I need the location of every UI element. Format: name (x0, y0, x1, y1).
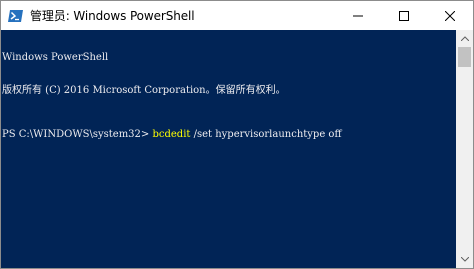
close-button[interactable] (427, 1, 473, 30)
command-arguments: /set hypervisorlaunchtype off (190, 129, 342, 140)
chevron-up-icon (460, 36, 469, 41)
prompt-line: PS C:\WINDOWS\system32> bcdedit /set hyp… (2, 129, 456, 140)
title-bar[interactable]: 管理员: Windows PowerShell (1, 1, 473, 30)
maximize-button[interactable] (381, 1, 427, 30)
close-icon (445, 10, 455, 21)
powershell-icon[interactable] (8, 8, 24, 24)
scroll-thumb[interactable] (458, 47, 471, 67)
scroll-up-button[interactable] (456, 30, 473, 47)
minimize-button[interactable] (335, 1, 381, 30)
command-text: bcdedit (152, 129, 191, 140)
maximize-icon (399, 10, 409, 21)
minimize-icon (353, 15, 363, 16)
console-header-title: Windows PowerShell (2, 52, 109, 63)
chevron-down-icon (460, 257, 469, 262)
caption-buttons (335, 1, 473, 30)
powershell-window: 管理员: Windows PowerShell Windows PowerShe… (0, 0, 474, 269)
prompt-text: PS C:\WINDOWS\system32> (2, 129, 153, 140)
vertical-scrollbar[interactable] (456, 30, 473, 268)
console-output[interactable]: Windows PowerShell 版权所有 (C) 2016 Microso… (1, 30, 456, 268)
console-header-copyright: 版权所有 (C) 2016 Microsoft Corporation。保留所有… (2, 85, 286, 96)
scroll-down-button[interactable] (456, 251, 473, 268)
window-title: 管理员: Windows PowerShell (30, 9, 195, 23)
